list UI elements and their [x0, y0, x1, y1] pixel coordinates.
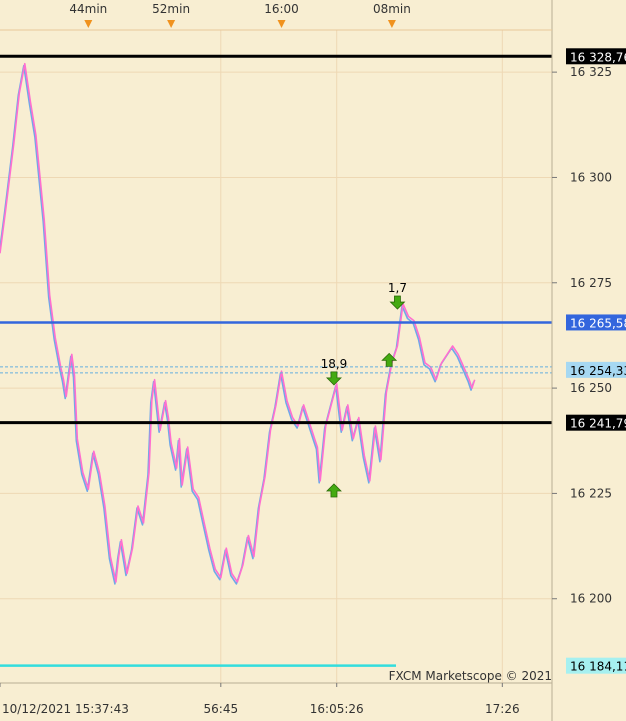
y-tick-label: 16 225	[570, 486, 612, 500]
price-label: 16 241,79	[570, 417, 626, 431]
marker-label: 1,7	[388, 281, 407, 295]
price-chart[interactable]: 18,9 1,7 16 325 16 300 16 275 16 250 16 225 16…	[0, 0, 626, 721]
top-time-label: 08min	[373, 2, 411, 16]
y-tick-label: 16 250	[570, 381, 612, 395]
price-label: 16 184,11	[570, 660, 626, 674]
x-tick-label: 16:05:26	[310, 702, 364, 716]
price-label: 16 328,76	[570, 50, 626, 64]
chart-background	[0, 0, 626, 721]
price-label: 16 254,33	[570, 364, 626, 378]
x-tick-label: 17:26	[485, 702, 520, 716]
marker-label: 18,9	[321, 357, 348, 371]
x-tick-label: 10/12/2021 15:37:43	[2, 702, 129, 716]
watermark: FXCM Marketscope © 2021	[389, 669, 552, 683]
y-tick-label: 16 200	[570, 592, 612, 606]
top-time-label: 44min	[69, 2, 107, 16]
y-tick-label: 16 300	[570, 170, 612, 184]
x-tick-label: 56:45	[204, 702, 239, 716]
y-tick-label: 16 275	[570, 276, 612, 290]
price-label: 16 265,58	[570, 316, 626, 330]
top-time-label: 52min	[152, 2, 190, 16]
y-tick-label: 16 325	[570, 65, 612, 79]
top-time-label: 16:00	[264, 2, 299, 16]
